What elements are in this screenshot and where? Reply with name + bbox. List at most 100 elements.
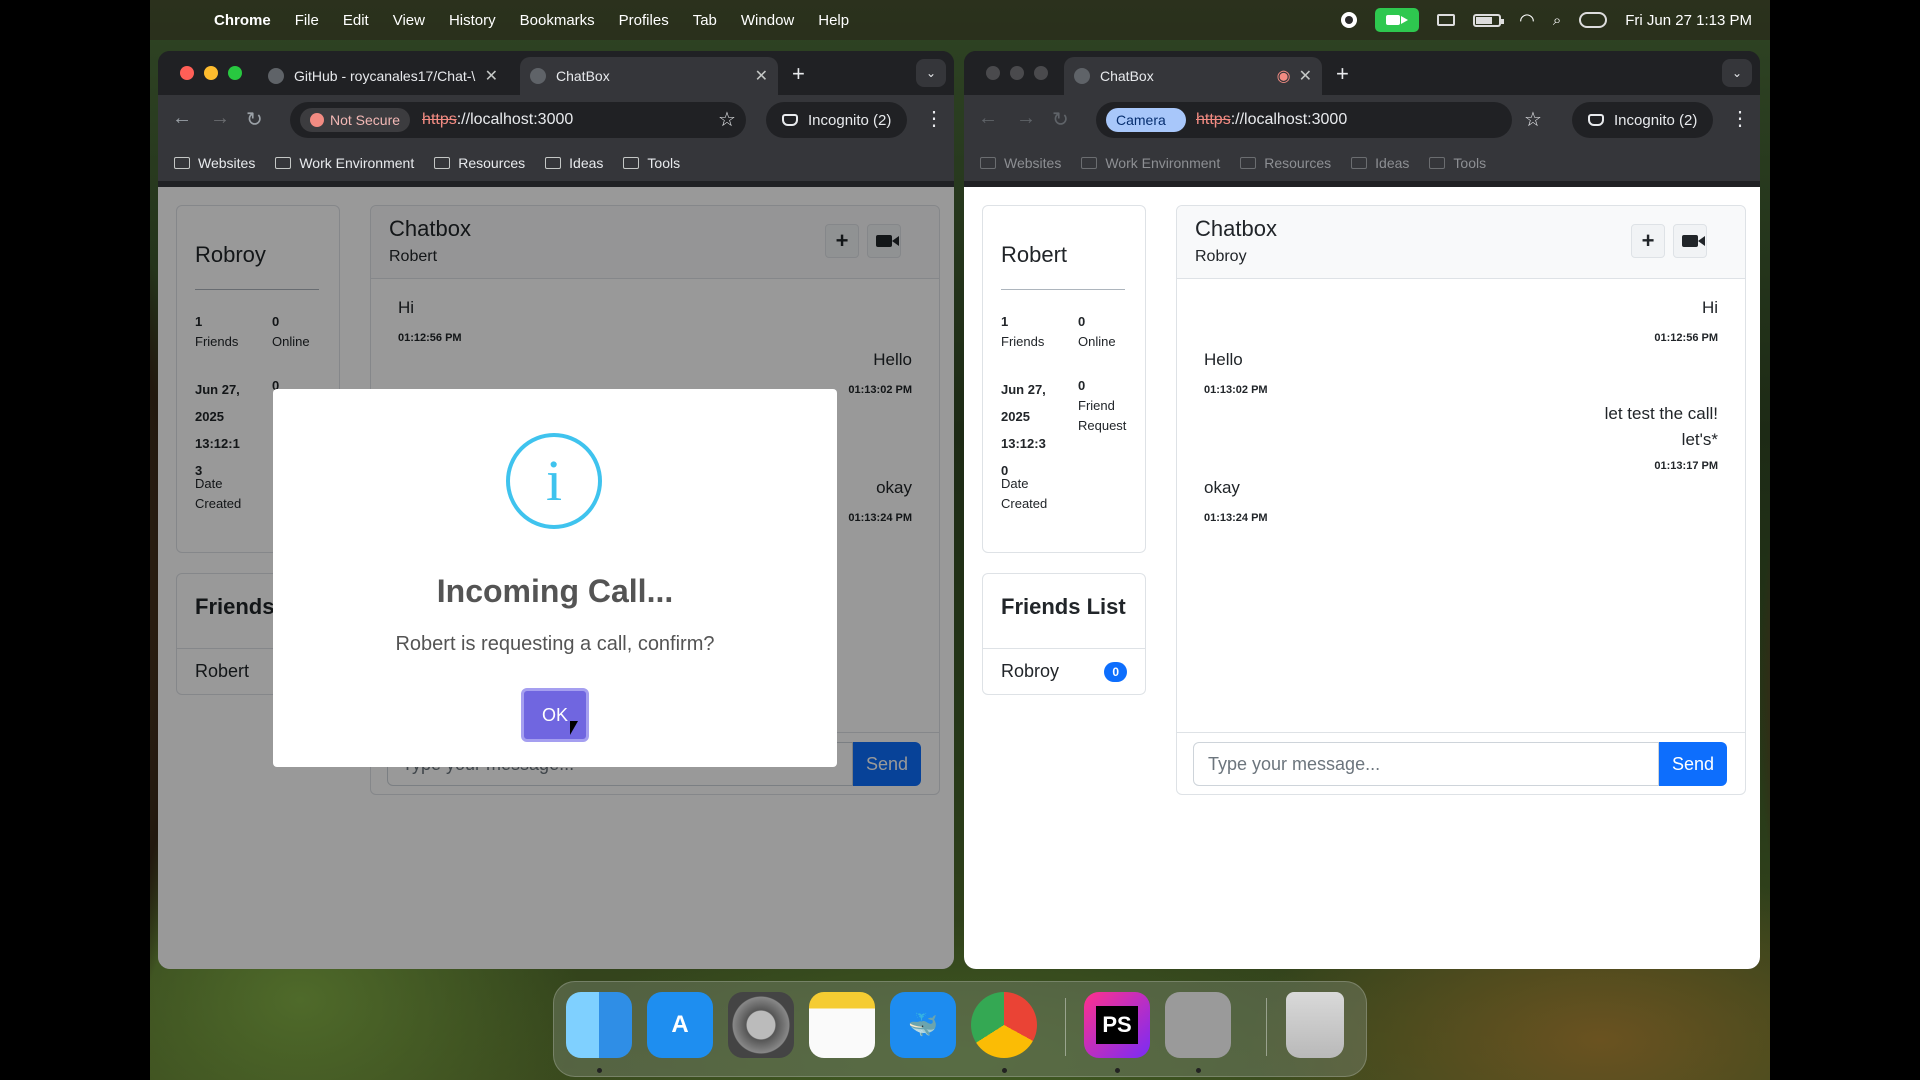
battery-icon[interactable] (1473, 13, 1505, 27)
running-indicator (1002, 1068, 1007, 1073)
bookmark-tools[interactable]: Tools (623, 155, 680, 171)
menu-tab[interactable]: Tab (693, 12, 717, 29)
friends-stat: 1 Friends (1001, 312, 1044, 352)
incognito-label: Incognito (2) (808, 111, 892, 129)
url-text: https://localhost:3000 (422, 111, 573, 129)
menu-edit[interactable]: Edit (343, 12, 369, 29)
new-tab-button[interactable]: + (1336, 61, 1349, 87)
more-menu-icon[interactable]: ⋮ (924, 106, 944, 131)
dialog-title: Incoming Call... (436, 573, 674, 609)
minimize-window-button[interactable] (1010, 66, 1024, 80)
globe-icon (1074, 68, 1090, 84)
incognito-button[interactable]: Incognito (2) (766, 102, 908, 138)
bookmark-resources[interactable]: Resources (434, 155, 525, 171)
bookmarks-bar: Websites Work Environment Resources Idea… (964, 145, 1760, 181)
more-menu-icon[interactable]: ⋮ (1730, 106, 1750, 131)
chat-card: Chatbox Robroy + Hi 01:12:56 PM Hello 01… (1176, 205, 1746, 795)
menu-app-name[interactable]: Chrome (214, 12, 271, 29)
forward-icon[interactable]: → (210, 107, 230, 130)
message-time: 01:13:24 PM (1204, 512, 1268, 524)
wifi-icon[interactable]: ◠ (1519, 10, 1535, 31)
bookmark-tools[interactable]: Tools (1429, 155, 1486, 171)
zoom-window-button[interactable] (1034, 66, 1048, 80)
message-text: Hello (1204, 350, 1243, 369)
camera-off-icon[interactable] (1437, 14, 1456, 26)
bookmark-label: Websites (198, 155, 256, 171)
address-bar[interactable]: Camera https://localhost:3000 (1096, 102, 1512, 138)
chrome-icon[interactable] (971, 992, 1037, 1058)
chat-app-page: Robert 1 Friends 0 Online Jun 27, 2025 13:… (964, 187, 1760, 969)
ok-button[interactable]: OK (521, 688, 589, 742)
tab-chatbox[interactable]: ChatBox ✕ (520, 57, 778, 95)
phpstorm-icon[interactable]: PS (1084, 992, 1150, 1058)
bookmark-star-icon[interactable]: ☆ (718, 107, 736, 132)
tab-github[interactable]: GitHub - roycanales17/Chat-\ ✕ (258, 57, 508, 95)
message-line: let's* (1681, 430, 1718, 449)
forward-icon[interactable]: → (1016, 107, 1036, 130)
online-stat: 0 Online (1078, 312, 1116, 352)
screen-record-icon[interactable] (1341, 12, 1358, 28)
notes-icon[interactable] (809, 992, 875, 1058)
back-icon[interactable]: ← (172, 107, 192, 130)
menu-file[interactable]: File (295, 12, 319, 29)
bookmark-websites[interactable]: Websites (980, 155, 1061, 171)
message-input[interactable]: Type your message... (1193, 742, 1659, 786)
video-call-button[interactable] (1673, 224, 1707, 258)
running-indicator (1196, 1068, 1201, 1073)
terminal-icon[interactable] (1165, 992, 1231, 1058)
bookmark-ideas[interactable]: Ideas (1351, 155, 1409, 171)
not-secure-chip[interactable]: Not Secure (300, 108, 411, 132)
menu-view[interactable]: View (393, 12, 425, 29)
app-store-icon[interactable]: A (647, 992, 713, 1058)
close-window-button[interactable] (180, 66, 194, 80)
tab-search-button[interactable]: ⌄ (916, 59, 946, 87)
requests-label: Request (1078, 418, 1127, 433)
send-button[interactable]: Send (1659, 742, 1727, 786)
control-center-icon[interactable] (1579, 12, 1608, 28)
address-bar[interactable]: Not Secure https://localhost:3000 (290, 102, 746, 138)
incognito-button[interactable]: Incognito (2) (1572, 102, 1714, 138)
bookmark-websites[interactable]: Websites (174, 155, 255, 171)
reload-icon[interactable]: ↻ (246, 107, 263, 132)
globe-icon (530, 68, 546, 84)
bookmark-work-environment[interactable]: Work Environment (1081, 155, 1220, 171)
trash-icon[interactable] (1286, 992, 1344, 1058)
reload-icon[interactable]: ↻ (1052, 107, 1069, 132)
close-tab-icon[interactable]: ✕ (485, 66, 498, 86)
menubar-clock[interactable]: Fri Jun 27 1:13 PM (1625, 12, 1752, 29)
system-settings-icon[interactable] (728, 992, 794, 1058)
menu-help[interactable]: Help (818, 12, 849, 29)
menu-window[interactable]: Window (741, 12, 794, 29)
close-tab-icon[interactable]: ✕ (755, 66, 768, 86)
message-time: 01:13:02 PM (1204, 384, 1268, 396)
back-icon[interactable]: ← (978, 107, 998, 130)
camera-in-use-chip[interactable]: Camera (1106, 108, 1186, 132)
docker-icon[interactable]: 🐳 (890, 992, 956, 1058)
date-created-stat: Jun 27, 2025 13:12:3 0 (1001, 376, 1046, 484)
close-window-button[interactable] (986, 66, 1000, 80)
tab-label: GitHub - roycanales17/Chat-\ (294, 68, 476, 84)
finder-icon[interactable] (566, 992, 632, 1058)
minimize-window-button[interactable] (204, 66, 218, 80)
folder-icon (1429, 157, 1446, 169)
bookmark-star-icon[interactable]: ☆ (1524, 107, 1542, 132)
bookmark-label: Tools (1453, 155, 1487, 171)
add-button[interactable]: + (1631, 224, 1665, 258)
menu-profiles[interactable]: Profiles (619, 12, 669, 29)
tab-label: ChatBox (556, 68, 610, 84)
new-tab-button[interactable]: + (792, 61, 805, 87)
dock-separator (1065, 998, 1066, 1056)
close-tab-icon[interactable]: ✕ (1299, 66, 1312, 86)
menu-history[interactable]: History (449, 12, 496, 29)
bookmark-work-environment[interactable]: Work Environment (275, 155, 414, 171)
search-icon[interactable]: ⌕ (1553, 12, 1561, 29)
facetime-icon[interactable] (1375, 8, 1420, 32)
bookmark-resources[interactable]: Resources (1240, 155, 1331, 171)
message-composer: Type your message... Send (1177, 732, 1745, 794)
menu-bookmarks[interactable]: Bookmarks (520, 12, 595, 29)
tab-chatbox[interactable]: ChatBox ◉ ✕ (1064, 57, 1322, 95)
zoom-window-button[interactable] (228, 66, 242, 80)
friend-item[interactable]: Robroy 0 (983, 648, 1145, 694)
bookmark-ideas[interactable]: Ideas (545, 155, 603, 171)
tab-search-button[interactable]: ⌄ (1722, 59, 1752, 87)
